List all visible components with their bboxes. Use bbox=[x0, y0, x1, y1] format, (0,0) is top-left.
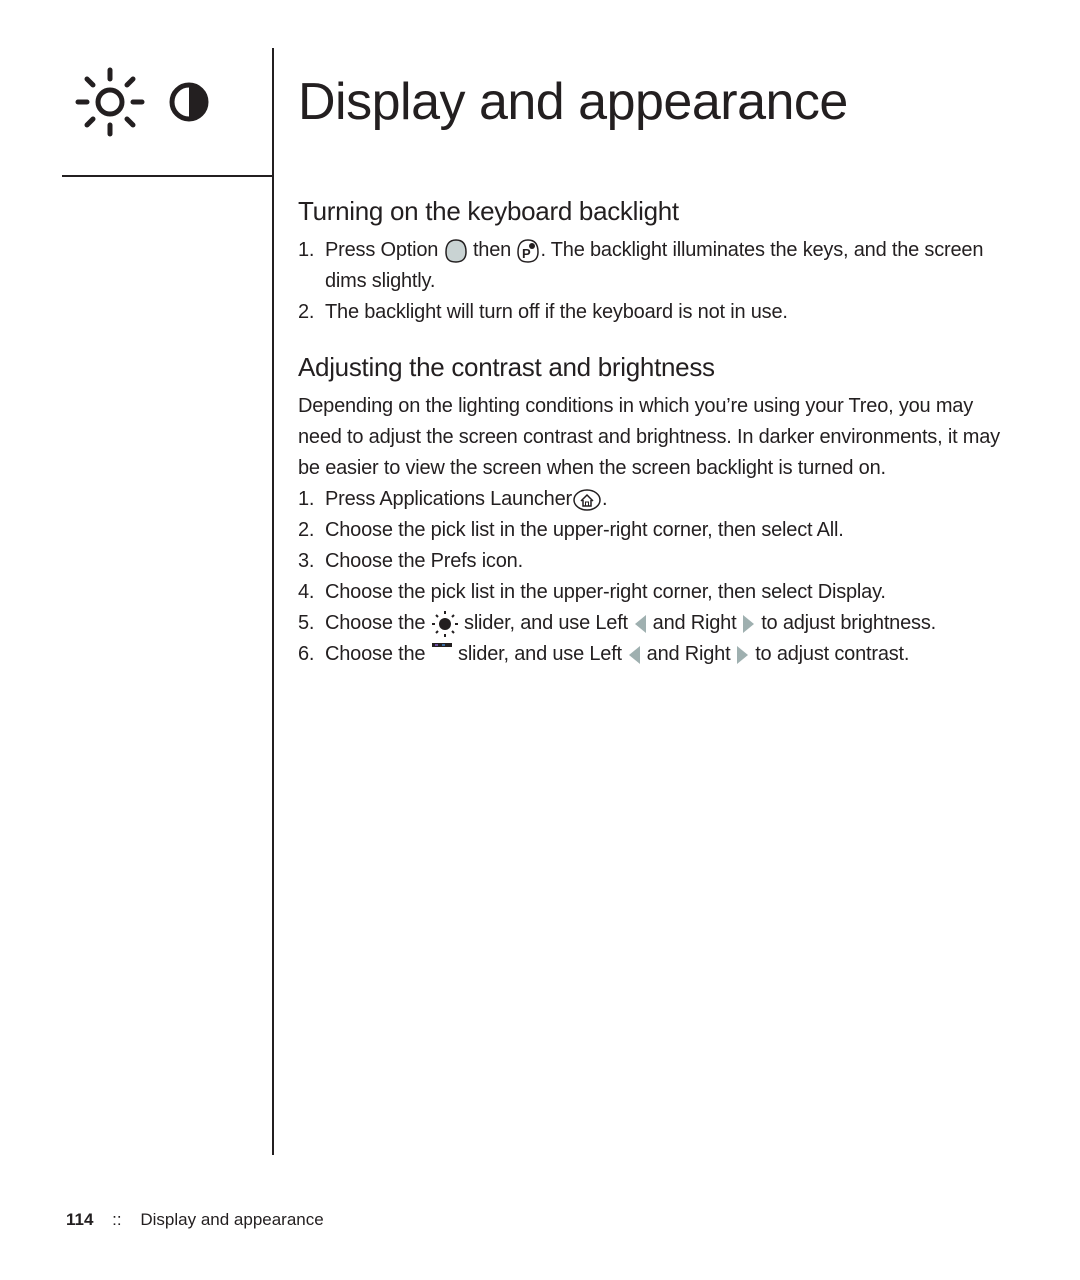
list-item: 2. The backlight will turn off if the ke… bbox=[298, 301, 788, 323]
list-item: 1. Press Applications Launcher . bbox=[298, 488, 608, 511]
horizontal-rule bbox=[62, 175, 274, 177]
sun-brightness-icon bbox=[75, 67, 145, 137]
backlight-steps: 1. Press Option then P . The backlight i… bbox=[298, 235, 1018, 328]
footer-chapter: Display and appearance bbox=[140, 1210, 324, 1229]
section-heading-backlight: Turning on the keyboard backlight bbox=[298, 196, 679, 226]
list-item: 6. Choose the slider, and use Left and R… bbox=[298, 639, 1018, 670]
list-item: 1. Press Option then P . The backlight i… bbox=[298, 238, 984, 292]
contrast-slider-icon bbox=[431, 643, 452, 647]
right-arrow-icon bbox=[742, 614, 754, 633]
left-arrow-icon bbox=[635, 614, 647, 633]
list-item: 5. Choose the slider, and use Left and R… bbox=[298, 608, 1018, 639]
intro-paragraph: Depending on the lighting conditions in … bbox=[298, 395, 1000, 479]
list-item: 2. Choose the pick list in the upper-rig… bbox=[298, 519, 844, 541]
contrast-icon bbox=[169, 82, 209, 122]
section-heading-contrast: Adjusting the contrast and brightness bbox=[298, 352, 715, 382]
list-item: 3. Choose the Prefs icon. bbox=[298, 550, 523, 572]
home-launcher-icon bbox=[573, 488, 601, 511]
svg-text:P: P bbox=[522, 246, 531, 261]
option-key-icon bbox=[444, 238, 467, 263]
content: Turning on the keyboard backlight 1. Pre… bbox=[298, 196, 1018, 670]
chapter-icons bbox=[74, 66, 210, 138]
page-number: 114 bbox=[66, 1210, 94, 1229]
p-key-icon: P bbox=[517, 238, 540, 263]
page-footer: 114 :: Display and appearance bbox=[66, 1210, 324, 1230]
left-arrow-icon bbox=[629, 645, 641, 664]
vertical-rule bbox=[272, 48, 274, 1155]
list-item: 4. Choose the pick list in the upper-rig… bbox=[298, 581, 886, 603]
footer-separator: :: bbox=[112, 1210, 122, 1229]
right-arrow-icon bbox=[736, 645, 748, 664]
contrast-steps: 1. Press Applications Launcher . 2. Choo… bbox=[298, 484, 1018, 670]
page-title: Display and appearance bbox=[298, 73, 848, 131]
brightness-slider-icon bbox=[431, 610, 458, 637]
